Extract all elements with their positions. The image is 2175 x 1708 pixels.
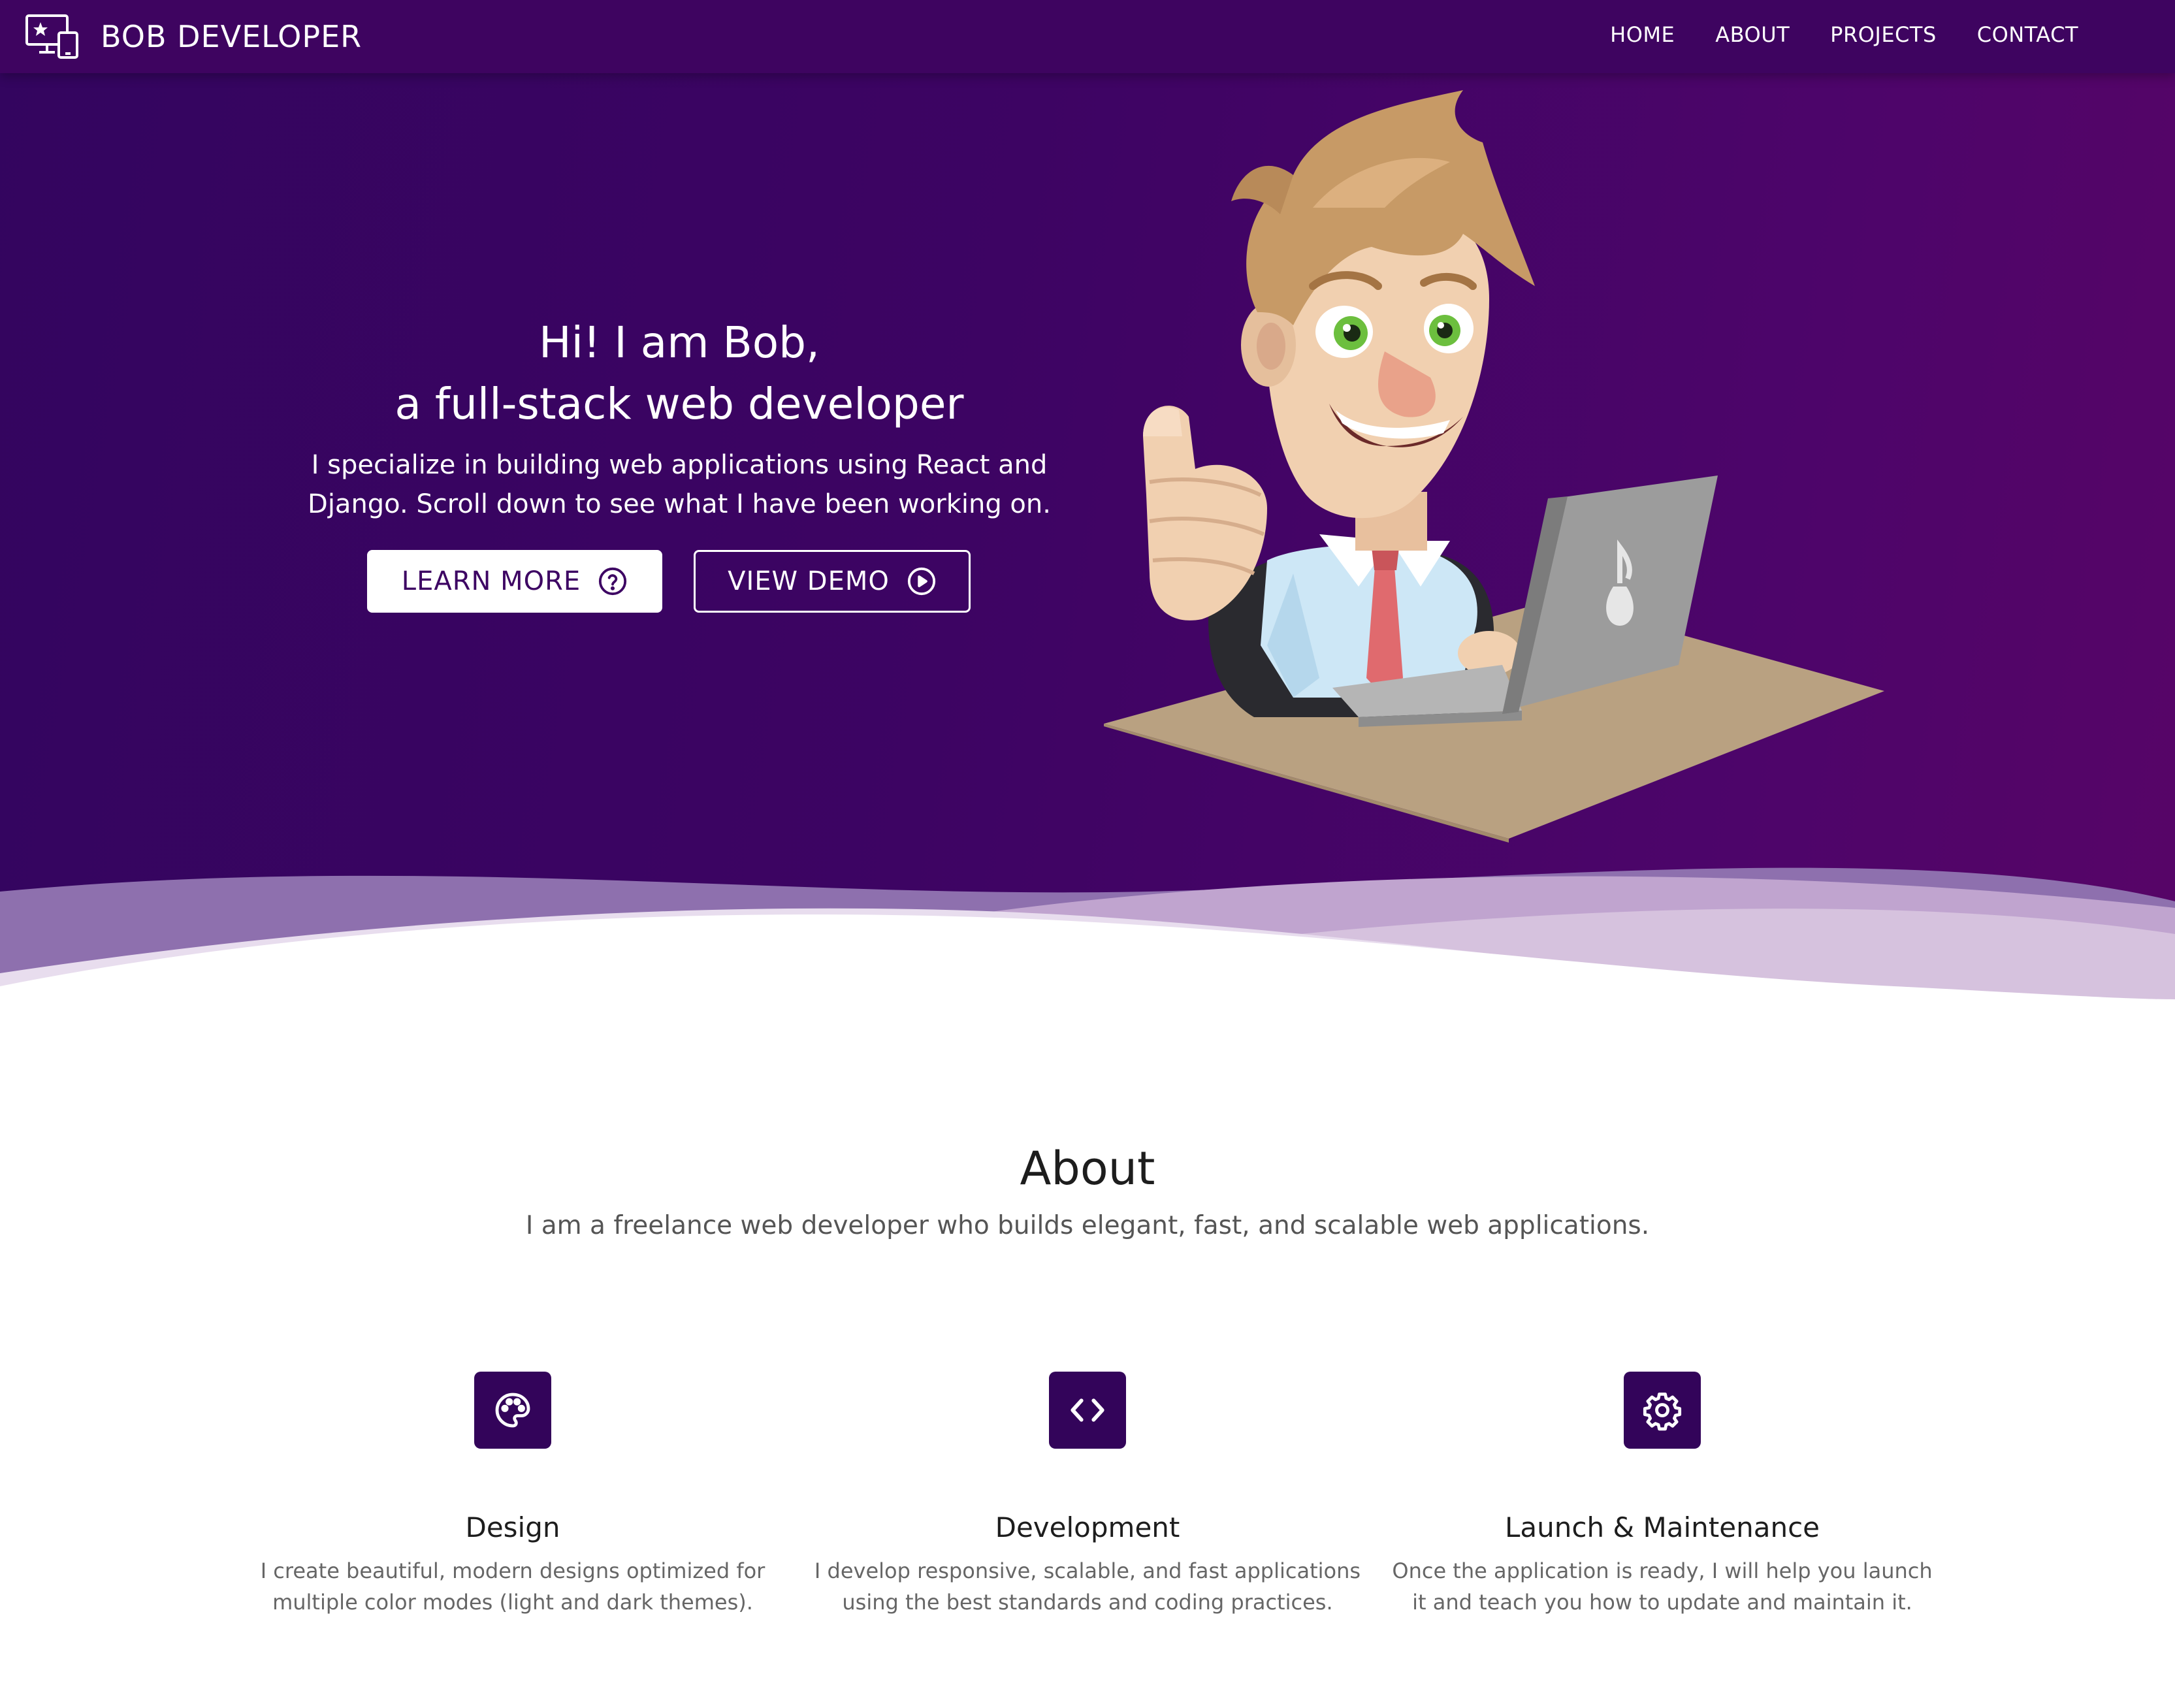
feature-desc-line1: I develop responsive, scalable, and fast… [814,1558,1361,1583]
nav-link-home[interactable]: HOME [1610,22,1675,47]
hero-title: Hi! I am Bob, a full-stack web developer [281,312,1078,435]
about-title: About [1020,1142,1155,1195]
hero-title-line1: Hi! I am Bob, [538,317,820,368]
learn-more-button[interactable]: LEARN MORE [367,550,662,613]
nav-link-contact[interactable]: CONTACT [1977,22,2078,47]
gear-icon [1643,1393,1682,1431]
developer-illustration [1104,90,1884,843]
nav-link-about[interactable]: ABOUT [1715,22,1790,47]
feature-development: Development I develop responsive, scalab… [807,1372,1368,1618]
hero-subtitle-line1: I specialize in building web application… [311,450,1048,480]
brand[interactable]: BOB DEVELOPER [25,13,362,60]
feature-title: Development [995,1511,1180,1543]
feature-icon-tile [1624,1372,1701,1449]
feature-desc-line1: I create beautiful, modern designs optim… [260,1558,765,1583]
feature-desc-line1: Once the application is ready, I will he… [1392,1558,1933,1583]
view-demo-label: VIEW DEMO [728,566,890,596]
main-nav: HOME ABOUT PROJECTS CONTACT [1610,22,2078,47]
navbar: BOB DEVELOPER HOME ABOUT PROJECTS CONTAC… [0,0,2175,73]
brand-name: BOB DEVELOPER [101,19,362,54]
hero-text-block: Hi! I am Bob, a full-stack web developer… [281,312,1078,524]
feature-title: Launch & Maintenance [1504,1511,1820,1543]
feature-desc-line2: multiple color modes (light and dark the… [272,1590,753,1615]
hero-subtitle: I specialize in building web application… [281,445,1078,524]
code-icon [1071,1398,1104,1422]
hero-title-line2: a full-stack web developer [395,379,964,429]
feature-launch-maintenance: Launch & Maintenance Once the applicatio… [1381,1372,1943,1618]
feature-description: I develop responsive, scalable, and fast… [807,1555,1368,1618]
feature-icon-tile [474,1372,551,1449]
feature-design: Design I create beautiful, modern design… [232,1372,794,1618]
feature-description: Once the application is ready, I will he… [1381,1555,1943,1618]
devices-star-icon [25,14,78,59]
feature-title: Design [465,1511,560,1543]
view-demo-button[interactable]: VIEW DEMO [694,550,971,613]
feature-desc-line2: it and teach you how to update and maint… [1412,1590,1912,1615]
hero-section: Hi! I am Bob, a full-stack web developer… [0,0,2175,1025]
hero-buttons: LEARN MORE VIEW DEMO [367,550,971,613]
palette-icon [495,1393,530,1428]
question-circle-icon [599,567,627,596]
feature-icon-tile [1049,1372,1126,1449]
nav-link-projects[interactable]: PROJECTS [1830,22,1937,47]
learn-more-label: LEARN MORE [401,566,581,596]
hero-subtitle-line2: Django. Scroll down to see what I have b… [308,489,1051,519]
play-circle-icon [907,567,935,596]
about-section-header: About I am a freelance web developer who… [0,1142,2175,1240]
about-subtitle: I am a freelance web developer who build… [525,1211,1650,1240]
feature-desc-line2: using the best standards and coding prac… [842,1590,1333,1615]
feature-description: I create beautiful, modern designs optim… [232,1555,794,1618]
